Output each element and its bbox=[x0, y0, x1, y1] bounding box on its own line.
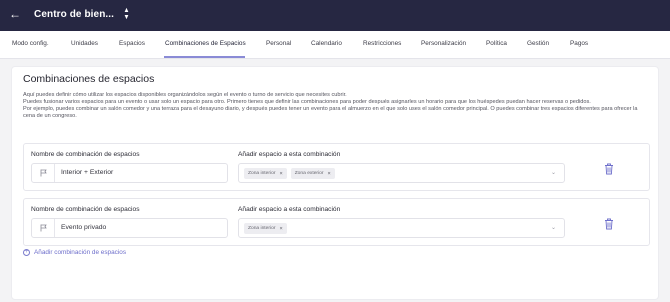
tab-personalizacion[interactable]: Personalización bbox=[421, 40, 466, 47]
add-combination-label: Añadir combinación de espacios bbox=[34, 249, 127, 256]
chevron-down-icon[interactable]: ⌄ bbox=[551, 224, 556, 231]
tab-personal[interactable]: Personal bbox=[266, 40, 291, 47]
combination-name-value[interactable]: Interior + Exterior bbox=[61, 169, 113, 176]
tab-bar: Modo config. Unidades Espacios Combinaci… bbox=[0, 31, 670, 59]
remove-chip-icon[interactable]: × bbox=[279, 171, 282, 177]
space-chip: Zona interior × bbox=[244, 168, 287, 179]
combination-row: Nombre de combinación de espacios Añadir… bbox=[23, 198, 650, 246]
space-multiselect[interactable]: Zona interior × Zona exterior × ⌄ bbox=[238, 163, 565, 183]
tab-calendario[interactable]: Calendario bbox=[311, 40, 342, 47]
space-chip-label: Zona interior bbox=[248, 226, 276, 231]
delete-combination-icon[interactable] bbox=[604, 217, 614, 230]
tab-politica[interactable]: Política bbox=[486, 40, 507, 47]
tab-pagos[interactable]: Pagos bbox=[570, 40, 588, 47]
description-paragraph-1: Aquí puedes definir cómo utilizar los es… bbox=[23, 92, 347, 98]
description-paragraph-2: Puedes fusionar varios espacios para un … bbox=[23, 99, 591, 106]
tab-espacios[interactable]: Espacios bbox=[119, 40, 145, 47]
tab-restricciones[interactable]: Restricciones bbox=[363, 40, 401, 47]
space-chip-label: Zona exterior bbox=[294, 171, 324, 176]
venue-name: Centro de bien... bbox=[34, 8, 115, 20]
remove-chip-icon[interactable]: × bbox=[279, 226, 282, 232]
tab-gestion[interactable]: Gestión bbox=[527, 40, 549, 47]
add-space-label: Añadir espacio a esta combinación bbox=[238, 151, 341, 158]
flag-icon bbox=[32, 164, 55, 182]
selected-spaces: Zona interior × bbox=[244, 223, 287, 234]
plus-circle-icon: + bbox=[23, 249, 30, 256]
arrow-left-icon[interactable]: ← bbox=[9, 7, 21, 21]
combination-name-field[interactable]: Interior + Exterior bbox=[31, 163, 228, 183]
selected-spaces: Zona interior × Zona exterior × bbox=[244, 168, 335, 179]
tab-modo-config[interactable]: Modo config. bbox=[12, 40, 49, 47]
space-chip-label: Zona interior bbox=[248, 171, 276, 176]
space-chip: Zona exterior × bbox=[290, 168, 335, 179]
space-multiselect[interactable]: Zona interior × ⌄ bbox=[238, 218, 565, 238]
tab-combinaciones-de-espacios[interactable]: Combinaciones de Espacios bbox=[165, 40, 246, 47]
flag-icon bbox=[32, 219, 55, 237]
combination-name-label: Nombre de combinación de espacios bbox=[31, 206, 140, 213]
delete-combination-icon[interactable] bbox=[604, 162, 614, 175]
tab-unidades[interactable]: Unidades bbox=[71, 40, 98, 47]
space-chip: Zona interior × bbox=[244, 223, 287, 234]
chevron-down-icon[interactable]: ⌄ bbox=[551, 169, 556, 176]
combination-name-label: Nombre de combinación de espacios bbox=[31, 151, 140, 158]
add-space-label: Añadir espacio a esta combinación bbox=[238, 206, 341, 213]
add-combination-button[interactable]: + Añadir combinación de espacios bbox=[23, 249, 126, 256]
venue-selector[interactable]: Centro de bien... ▲ ▼ bbox=[34, 7, 130, 21]
combination-row: Nombre de combinación de espacios Añadir… bbox=[23, 143, 650, 191]
active-tab-indicator bbox=[164, 56, 245, 58]
top-bar: ← Centro de bien... ▲ ▼ bbox=[0, 0, 670, 31]
section-description: Aquí puedes definir cómo utilizar los es… bbox=[23, 92, 648, 120]
combination-name-field[interactable]: Evento privado bbox=[31, 218, 228, 238]
combination-name-value[interactable]: Evento privado bbox=[61, 224, 106, 231]
description-paragraph-3: Por ejemplo, puedes combinar un salón co… bbox=[23, 106, 638, 120]
page-title: Combinaciones de espacios bbox=[23, 73, 155, 85]
combinations-card: Combinaciones de espacios Aquí puedes de… bbox=[11, 66, 659, 300]
updown-chevron-icon: ▲ ▼ bbox=[123, 7, 130, 21]
remove-chip-icon[interactable]: × bbox=[328, 171, 331, 177]
